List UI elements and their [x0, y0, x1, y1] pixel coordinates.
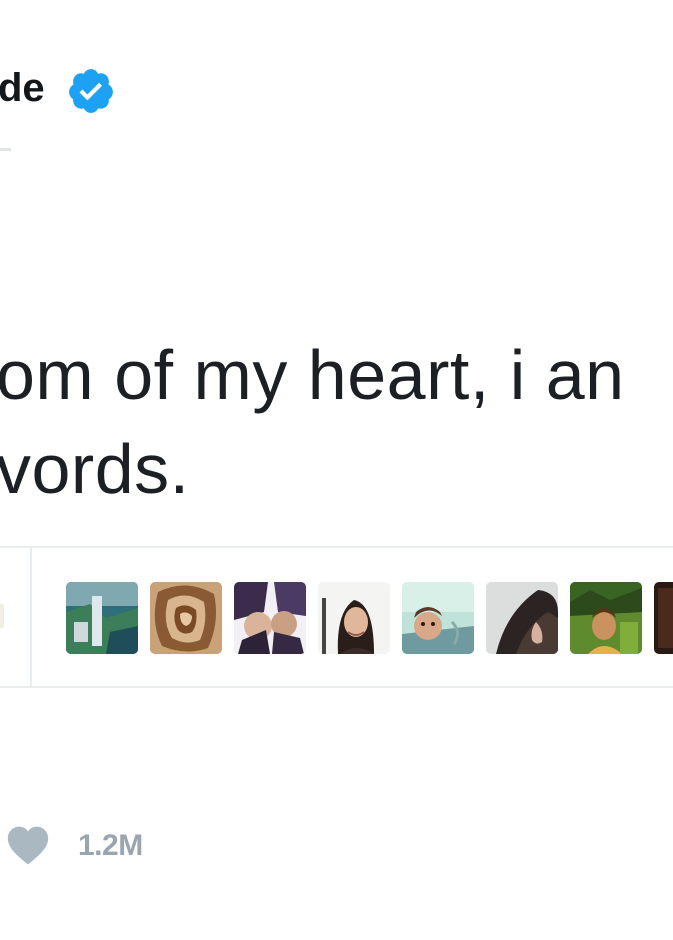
liker-avatar-hair[interactable]	[486, 582, 558, 654]
liker-avatar-duo[interactable]	[234, 582, 306, 654]
like-count: 1.2M	[78, 829, 143, 862]
stats-count-fragment	[0, 604, 4, 628]
liker-avatar-outdoor[interactable]	[570, 582, 642, 654]
tweet-text-line-2: vords.	[0, 430, 190, 508]
liker-avatars[interactable]	[66, 582, 673, 654]
liker-avatar-portrait[interactable]	[318, 582, 390, 654]
tweet-actions: 1.2M	[0, 820, 673, 872]
tweet-text-line-1: om of my heart, i an	[0, 336, 625, 414]
tweet-stats-row	[0, 546, 673, 688]
tweet-text: om of my heart, i an vords.	[0, 328, 673, 516]
liker-avatar-sketch[interactable]	[150, 582, 222, 654]
account-name[interactable]: de	[0, 62, 45, 114]
stats-divider	[30, 548, 32, 686]
verified-badge-icon	[69, 69, 113, 113]
tweet-card: de om of my heart, i an vords. 1.2M	[0, 0, 673, 940]
liker-avatar-partial[interactable]	[654, 582, 673, 654]
liker-avatar-selfie[interactable]	[402, 582, 474, 654]
handle-fragment	[0, 132, 11, 151]
heart-icon[interactable]	[6, 824, 50, 866]
liker-avatar-waterfall[interactable]	[66, 582, 138, 654]
